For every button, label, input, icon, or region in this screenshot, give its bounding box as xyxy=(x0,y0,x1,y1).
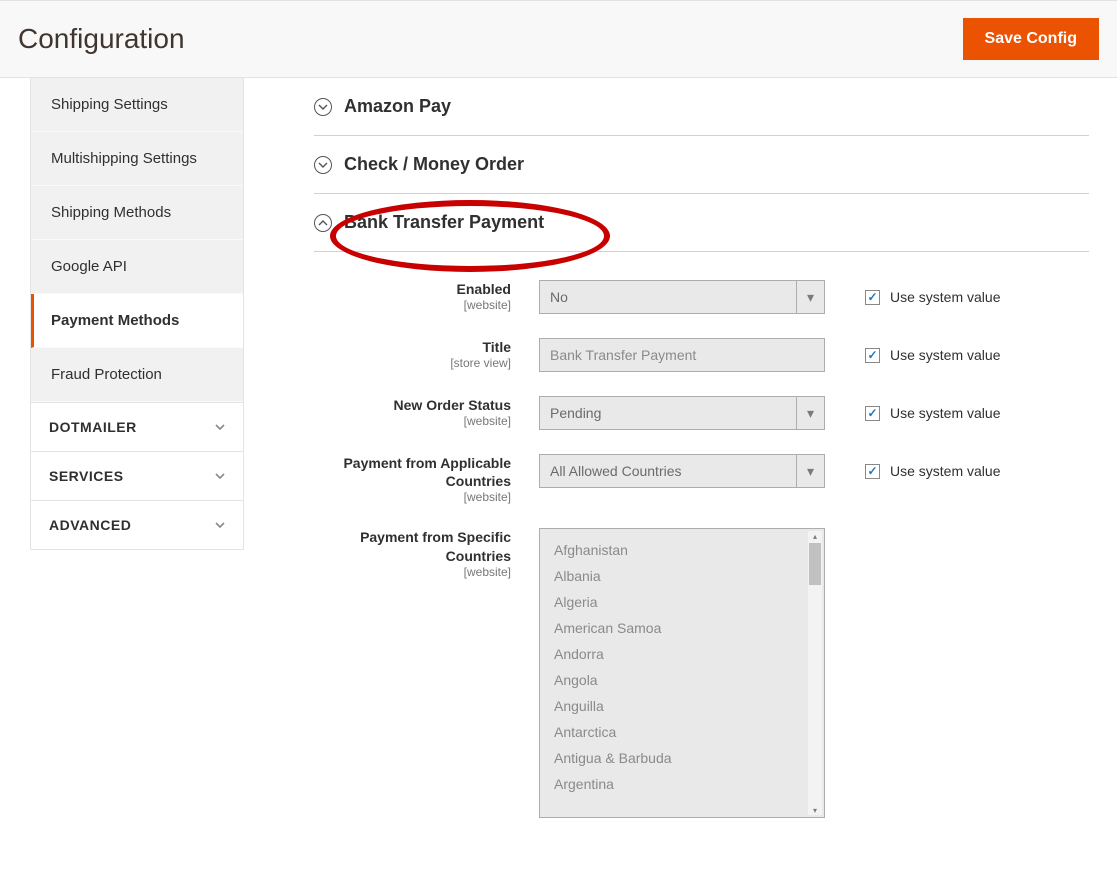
multiselect-option: Argentina xyxy=(554,771,824,797)
field-label-col: Title [store view] xyxy=(314,338,539,370)
scrollbar-down-arrow-icon[interactable]: ▾ xyxy=(810,805,820,815)
multiselect-option: American Samoa xyxy=(554,615,824,641)
use-system-value-checkbox[interactable] xyxy=(865,464,880,479)
field-control: Afghanistan Albania Algeria American Sam… xyxy=(539,528,825,818)
field-scope: [website] xyxy=(314,414,511,428)
field-label-col: Enabled [website] xyxy=(314,280,539,312)
new-order-status-select: Pending ▾ xyxy=(539,396,825,430)
scrollbar-up-arrow-icon[interactable]: ▴ xyxy=(810,531,820,541)
sidebar-item-shipping-methods[interactable]: Shipping Methods xyxy=(31,186,243,240)
specific-countries-multiselect: Afghanistan Albania Algeria American Sam… xyxy=(539,528,825,818)
field-control: Pending ▾ xyxy=(539,396,825,430)
section-bank-transfer-payment[interactable]: Bank Transfer Payment xyxy=(314,194,1089,252)
sidebar-group-services[interactable]: SERVICES xyxy=(30,452,244,501)
multiselect-option: Afghanistan xyxy=(554,537,824,563)
field-new-order-status: New Order Status [website] Pending ▾ Use… xyxy=(314,396,1089,430)
multiselect-option: Albania xyxy=(554,563,824,589)
field-title: Title [store view] Bank Transfer Payment… xyxy=(314,338,1089,372)
content: Amazon Pay Check / Money Order Bank Tran… xyxy=(244,78,1117,872)
save-config-button[interactable]: Save Config xyxy=(963,18,1099,60)
title-input: Bank Transfer Payment xyxy=(539,338,825,372)
bank-transfer-body: Enabled [website] No ▾ Use system value xyxy=(314,252,1089,818)
sidebar-group-label: ADVANCED xyxy=(49,517,131,533)
select-value: No xyxy=(550,289,568,305)
use-system-value: Use system value xyxy=(825,454,1000,488)
field-label-col: Payment from Specific Countries [website… xyxy=(314,528,539,578)
sidebar-group-label: SERVICES xyxy=(49,468,124,484)
field-control: Bank Transfer Payment xyxy=(539,338,825,372)
section-amazon-pay[interactable]: Amazon Pay xyxy=(314,78,1089,136)
use-system-value: Use system value xyxy=(825,338,1000,372)
field-scope: [website] xyxy=(314,298,511,312)
field-label: Title xyxy=(314,338,511,356)
page-header: Configuration Save Config xyxy=(0,0,1117,78)
sidebar-tab-list: Shipping Settings Multishipping Settings… xyxy=(30,78,244,403)
collapse-icon xyxy=(314,214,332,232)
section-title: Check / Money Order xyxy=(344,154,524,175)
input-value: Bank Transfer Payment xyxy=(550,347,696,363)
sidebar: Shipping Settings Multishipping Settings… xyxy=(0,78,244,872)
applicable-countries-select: All Allowed Countries ▾ xyxy=(539,454,825,488)
sidebar-item-fraud-protection[interactable]: Fraud Protection xyxy=(31,348,243,402)
section-title: Amazon Pay xyxy=(344,96,451,117)
sidebar-item-payment-methods[interactable]: Payment Methods xyxy=(31,294,243,348)
field-scope: [store view] xyxy=(314,356,511,370)
multiselect-option: Antarctica xyxy=(554,719,824,745)
caret-down-icon: ▾ xyxy=(796,397,824,429)
use-system-value-checkbox[interactable] xyxy=(865,406,880,421)
select-value: All Allowed Countries xyxy=(550,463,682,479)
main-body: Shipping Settings Multishipping Settings… xyxy=(0,78,1117,872)
select-value: Pending xyxy=(550,405,601,421)
field-label: Enabled xyxy=(314,280,511,298)
use-system-value-label: Use system value xyxy=(890,347,1000,363)
scrollbar-thumb[interactable] xyxy=(809,543,821,585)
field-enabled: Enabled [website] No ▾ Use system value xyxy=(314,280,1089,314)
field-label: New Order Status xyxy=(314,396,511,414)
field-label-col: Payment from Applicable Countries [websi… xyxy=(314,454,539,504)
expand-icon xyxy=(314,98,332,116)
multiselect-option: Andorra xyxy=(554,641,824,667)
field-applicable-countries: Payment from Applicable Countries [websi… xyxy=(314,454,1089,504)
use-system-value-label: Use system value xyxy=(890,289,1000,305)
page-title: Configuration xyxy=(18,23,185,55)
sidebar-group-advanced[interactable]: ADVANCED xyxy=(30,501,244,550)
use-system-value: Use system value xyxy=(825,396,1000,430)
use-system-value-checkbox[interactable] xyxy=(865,348,880,363)
field-control: No ▾ xyxy=(539,280,825,314)
use-system-value-label: Use system value xyxy=(890,463,1000,479)
field-specific-countries: Payment from Specific Countries [website… xyxy=(314,528,1089,818)
field-label: Payment from Specific Countries xyxy=(314,528,511,564)
field-label: Payment from Applicable Countries xyxy=(314,454,511,490)
field-scope: [website] xyxy=(314,565,511,579)
multiselect-option: Algeria xyxy=(554,589,824,615)
use-system-value-checkbox[interactable] xyxy=(865,290,880,305)
caret-down-icon: ▾ xyxy=(796,455,824,487)
use-system-value-label: Use system value xyxy=(890,405,1000,421)
chevron-down-icon xyxy=(215,421,225,433)
section-title: Bank Transfer Payment xyxy=(344,212,544,233)
sidebar-group-label: DOTMAILER xyxy=(49,419,137,435)
multiselect-option: Angola xyxy=(554,667,824,693)
caret-down-icon: ▾ xyxy=(796,281,824,313)
field-label-col: New Order Status [website] xyxy=(314,396,539,428)
use-system-value: Use system value xyxy=(825,280,1000,314)
chevron-down-icon xyxy=(215,470,225,482)
multiselect-option: Anguilla xyxy=(554,693,824,719)
expand-icon xyxy=(314,156,332,174)
sidebar-item-shipping-settings[interactable]: Shipping Settings xyxy=(31,78,243,132)
field-scope: [website] xyxy=(314,490,511,504)
multiselect-option: Antigua & Barbuda xyxy=(554,745,824,771)
section-check-money-order[interactable]: Check / Money Order xyxy=(314,136,1089,194)
sidebar-item-google-api[interactable]: Google API xyxy=(31,240,243,294)
sidebar-item-multishipping-settings[interactable]: Multishipping Settings xyxy=(31,132,243,186)
field-control: All Allowed Countries ▾ xyxy=(539,454,825,488)
chevron-down-icon xyxy=(215,519,225,531)
enabled-select: No ▾ xyxy=(539,280,825,314)
sidebar-group-dotmailer[interactable]: DOTMAILER xyxy=(30,403,244,452)
